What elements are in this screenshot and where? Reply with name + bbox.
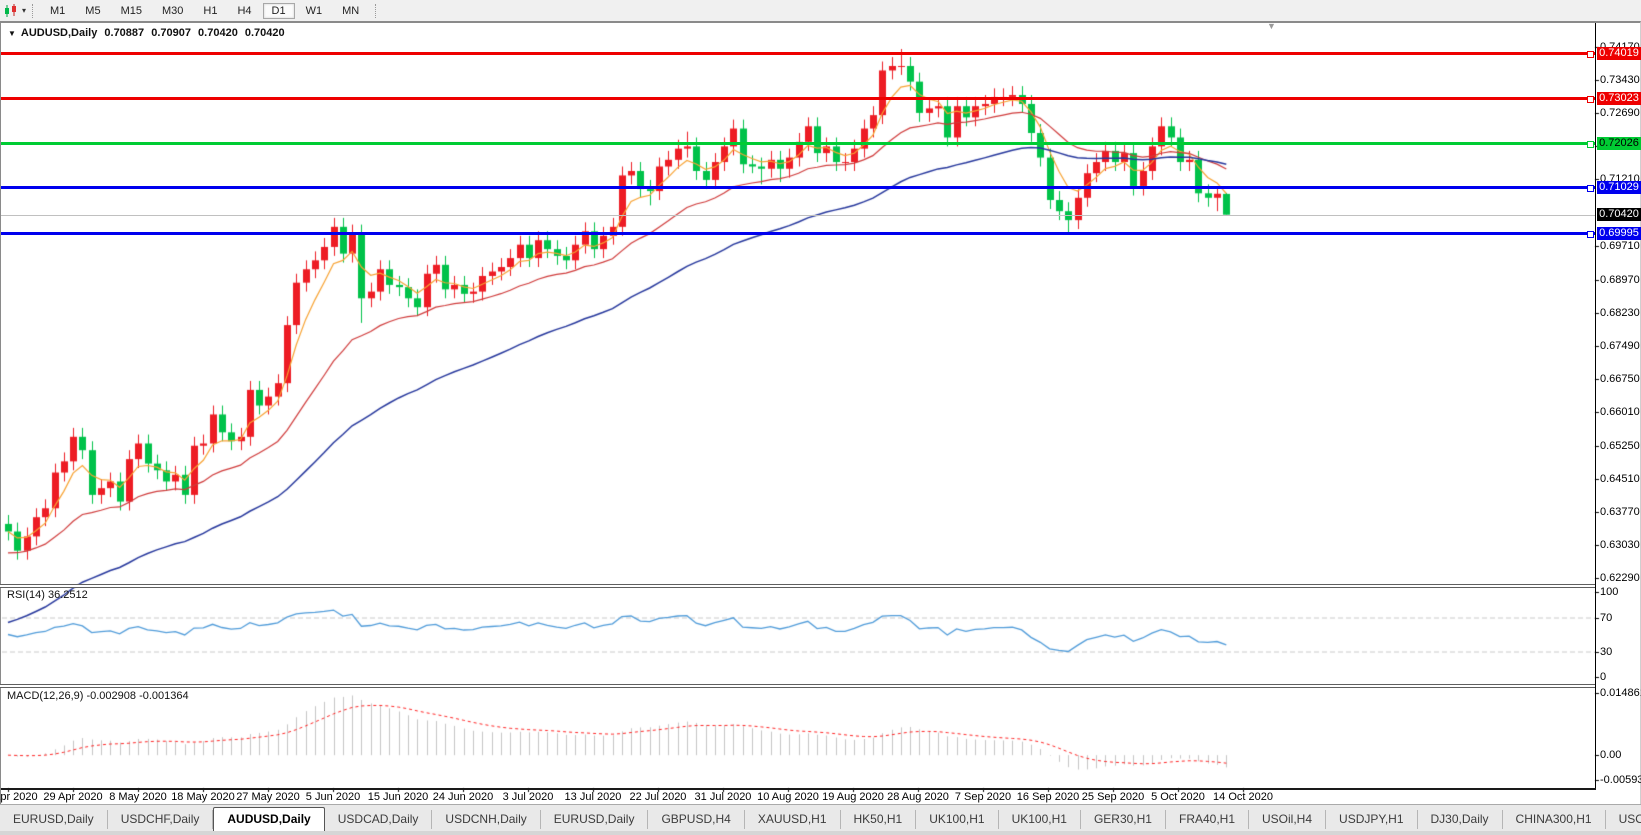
price-axis-label: 0.65250 bbox=[1600, 440, 1640, 452]
macd-axis-label: -0.005938 bbox=[1600, 774, 1641, 786]
support-line-2-anchor bbox=[1587, 231, 1594, 238]
price-axis-label: 0.73430 bbox=[1600, 74, 1640, 86]
timeframe-button-m30[interactable]: M30 bbox=[153, 3, 192, 19]
pane-separator-macd[interactable] bbox=[0, 684, 1596, 688]
timeframe-button-w1[interactable]: W1 bbox=[297, 3, 332, 19]
application-window: ▾ M1 M5 M15 M30 H1 H4 D1 W1 MN ▼ AUDUSD,D… bbox=[0, 0, 1641, 835]
price-axis-label: 0.67490 bbox=[1600, 340, 1640, 352]
price-axis-label: 0.66750 bbox=[1600, 373, 1640, 385]
chart-type-icon[interactable] bbox=[4, 4, 19, 18]
toolbar-separator bbox=[375, 4, 377, 18]
support-line-1[interactable] bbox=[1, 186, 1595, 189]
pane-separator-rsi[interactable] bbox=[0, 584, 1596, 588]
rsi-axis-label: 70 bbox=[1600, 612, 1612, 624]
pivot-line[interactable] bbox=[1, 142, 1595, 145]
pivot-line-price-tag: 0.72026 bbox=[1597, 137, 1641, 150]
timeframe-button-mn[interactable]: MN bbox=[333, 3, 368, 19]
tab-usdjpy-h1[interactable]: USDJPY,H1 bbox=[1326, 810, 1417, 829]
price-axis-label: 0.63770 bbox=[1600, 506, 1640, 518]
rsi-axis-label: 0 bbox=[1600, 671, 1606, 683]
support-line-1-price-tag: 0.71029 bbox=[1597, 181, 1641, 194]
timeframe-button-m15[interactable]: M15 bbox=[112, 3, 151, 19]
rsi-axis-label: 30 bbox=[1600, 646, 1612, 658]
timeframe-button-h1[interactable]: H1 bbox=[194, 3, 226, 19]
price-axis-label: 0.68230 bbox=[1600, 307, 1640, 319]
timeframe-button-m5[interactable]: M5 bbox=[76, 3, 109, 19]
ohlc-high: 0.70907 bbox=[151, 27, 191, 39]
date-axis-label: 14 Oct 2020 bbox=[1201, 791, 1285, 803]
price-axis-label: 0.68970 bbox=[1600, 274, 1640, 286]
tab-dj30-daily[interactable]: DJ30,Daily bbox=[1418, 810, 1503, 829]
support-line-1-anchor bbox=[1587, 185, 1594, 192]
support-line-2-price-tag: 0.69995 bbox=[1597, 227, 1641, 240]
chart-symbol: AUDUSD,Daily bbox=[21, 27, 97, 39]
price-axis-label: 0.72690 bbox=[1600, 107, 1640, 119]
tab-usoil-h4[interactable]: USOil,H4 bbox=[1249, 810, 1326, 829]
tab-eurusd-daily[interactable]: EURUSD,Daily bbox=[0, 810, 108, 829]
rsi-indicator-label: RSI(14) 36.2512 bbox=[7, 589, 88, 601]
tab-eurusd-daily[interactable]: EURUSD,Daily bbox=[541, 810, 649, 829]
tab-china300-h1[interactable]: CHINA300,H1 bbox=[1503, 810, 1606, 829]
support-line-2[interactable] bbox=[1, 232, 1595, 235]
macd-axis-label: 0.00 bbox=[1600, 749, 1621, 761]
time-axis-line bbox=[1, 788, 1596, 790]
window-menu-icon[interactable]: ▼ bbox=[8, 29, 16, 38]
ohlc-open: 0.70887 bbox=[104, 27, 144, 39]
chevron-down-icon[interactable]: ▾ bbox=[22, 6, 26, 15]
resistance-line-1[interactable] bbox=[1, 52, 1595, 55]
timeframe-button-m1[interactable]: M1 bbox=[41, 3, 74, 19]
tab-usoil-h1[interactable]: USOil,H1 bbox=[1606, 810, 1641, 829]
tab-uk100-h1[interactable]: UK100,H1 bbox=[999, 810, 1081, 829]
price-axis-label: 0.63030 bbox=[1600, 539, 1640, 551]
price-axis-line bbox=[1595, 23, 1596, 790]
tab-audusd-daily[interactable]: AUDUSD,Daily bbox=[213, 807, 324, 831]
price-axis-label: 0.62290 bbox=[1600, 572, 1640, 584]
price-axis-label: 0.66010 bbox=[1600, 406, 1640, 418]
tab-ger30-h1[interactable]: GER30,H1 bbox=[1081, 810, 1166, 829]
price-axis-label: 0.64510 bbox=[1600, 473, 1640, 485]
tab-uk100-h1[interactable]: UK100,H1 bbox=[916, 810, 998, 829]
symbol-tab-bar: EURUSD,DailyUSDCHF,DailyAUDUSD,DailyUSDC… bbox=[0, 804, 1641, 831]
toolbar-separator bbox=[32, 4, 34, 18]
tab-usdchf-daily[interactable]: USDCHF,Daily bbox=[108, 810, 214, 829]
chart-canvas[interactable] bbox=[0, 0, 1641, 835]
resistance-line-1-anchor bbox=[1587, 51, 1594, 58]
tab-usdcad-daily[interactable]: USDCAD,Daily bbox=[325, 810, 433, 829]
resistance-line-2-price-tag: 0.73023 bbox=[1597, 92, 1641, 105]
timeframe-button-d1[interactable]: D1 bbox=[263, 3, 295, 19]
resistance-line-1-price-tag: 0.74019 bbox=[1597, 47, 1641, 60]
price-axis-label: 0.69710 bbox=[1600, 240, 1640, 252]
current-price-line bbox=[1, 215, 1595, 216]
tab-gbpusd-h4[interactable]: GBPUSD,H4 bbox=[648, 810, 744, 829]
macd-axis-label: 0.014861 bbox=[1600, 687, 1641, 699]
tab-fra40-h1[interactable]: FRA40,H1 bbox=[1166, 810, 1249, 829]
current-price-tag: 0.70420 bbox=[1597, 208, 1641, 221]
pivot-line-anchor bbox=[1587, 141, 1594, 148]
macd-indicator-label: MACD(12,26,9) -0.002908 -0.001364 bbox=[7, 690, 189, 702]
rsi-axis-label: 100 bbox=[1600, 586, 1618, 598]
chart-shift-marker-icon: ▼ bbox=[1267, 21, 1276, 31]
timeframe-toolbar: ▾ M1 M5 M15 M30 H1 H4 D1 W1 MN bbox=[0, 0, 1641, 21]
ohlc-low: 0.70420 bbox=[198, 27, 238, 39]
ohlc-close: 0.70420 bbox=[245, 27, 285, 39]
tab-xauusd-h1[interactable]: XAUUSD,H1 bbox=[745, 810, 841, 829]
tab-usdcnh-daily[interactable]: USDCNH,Daily bbox=[432, 810, 540, 829]
resistance-line-2[interactable] bbox=[1, 97, 1595, 100]
chart-title: ▼ AUDUSD,Daily 0.70887 0.70907 0.70420 0.… bbox=[8, 27, 289, 39]
tab-hk50-h1[interactable]: HK50,H1 bbox=[841, 810, 917, 829]
timeframe-button-h4[interactable]: H4 bbox=[228, 3, 260, 19]
resistance-line-2-anchor bbox=[1587, 96, 1594, 103]
